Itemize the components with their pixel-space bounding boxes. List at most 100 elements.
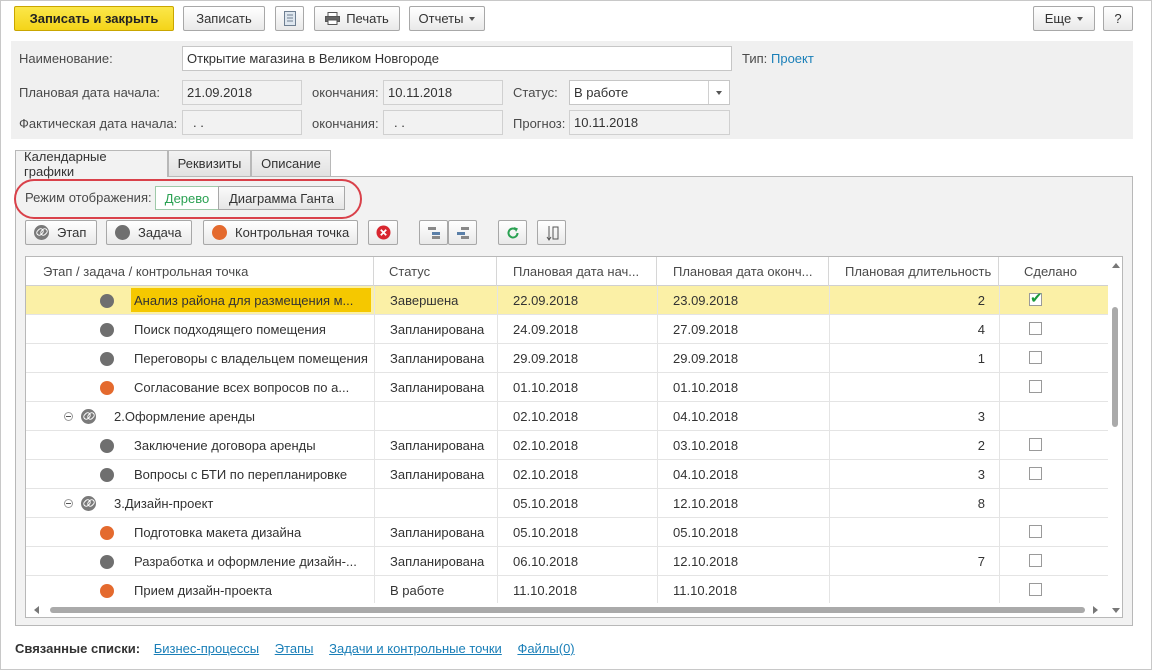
- delete-button[interactable]: [368, 220, 398, 245]
- save-and-close-button[interactable]: Записать и закрыть: [14, 6, 174, 31]
- table-row[interactable]: Переговоры с владельцем помещения Заплани…: [26, 344, 1108, 373]
- table-row[interactable]: Вопросы с БТИ по перепланировке Запланиро…: [26, 460, 1108, 489]
- cell-plan-start: 02.10.2018: [497, 431, 657, 460]
- indent-icon: [427, 226, 440, 239]
- stage-name: 2.Оформление аренды: [114, 409, 255, 424]
- fact-end-field[interactable]: . .: [383, 110, 503, 135]
- document-icon-button[interactable]: [275, 6, 304, 31]
- table-row[interactable]: 2.Оформление аренды 02.10.2018 04.10.2018 3: [26, 402, 1108, 431]
- scroll-left-icon[interactable]: [34, 606, 39, 614]
- link-business-processes[interactable]: Бизнес-процессы: [154, 641, 259, 656]
- column-header-plan-start[interactable]: Плановая дата нач...: [497, 257, 657, 286]
- column-header-name[interactable]: Этап / задача / контрольная точка: [26, 257, 374, 286]
- table-row[interactable]: Согласование всех вопросов по а... Заплан…: [26, 373, 1108, 402]
- link-tasks-milestones[interactable]: Задачи и контрольные точки: [329, 641, 502, 656]
- add-stage-button[interactable]: Этап: [25, 220, 97, 245]
- cell-plan-start: 02.10.2018: [497, 402, 657, 431]
- tab-requisites[interactable]: Реквизиты: [168, 150, 251, 176]
- cell-name: Вопросы с БТИ по перепланировке: [26, 460, 374, 489]
- cell-plan-end: 04.10.2018: [657, 402, 829, 431]
- milestone-name: Согласование всех вопросов по а...: [134, 380, 350, 395]
- done-checkbox[interactable]: [1029, 583, 1042, 596]
- task-name: Заключение договора аренды: [134, 438, 316, 453]
- done-checkbox[interactable]: [1029, 467, 1042, 480]
- table-row[interactable]: Подготовка макета дизайна Запланирована 05…: [26, 518, 1108, 547]
- horizontal-scroll-thumb[interactable]: [50, 607, 1085, 613]
- chevron-down-icon: [1077, 16, 1084, 21]
- plan-end-field[interactable]: 10.11.2018: [383, 80, 503, 105]
- link-stages[interactable]: Этапы: [275, 641, 314, 656]
- table-row[interactable]: Заключение договора аренды Запланирована 0…: [26, 431, 1108, 460]
- scroll-down-icon[interactable]: [1112, 608, 1120, 613]
- indent-button[interactable]: [419, 220, 448, 245]
- reports-menu-button[interactable]: Отчеты: [409, 6, 485, 31]
- done-checkbox[interactable]: ✔: [1029, 291, 1043, 306]
- cell-status: Запланирована: [374, 344, 497, 373]
- outdent-button[interactable]: [448, 220, 477, 245]
- more-menu-button[interactable]: Еще: [1033, 6, 1095, 31]
- vertical-scroll-thumb[interactable]: [1112, 307, 1118, 427]
- cell-name: Переговоры с владельцем помещения: [26, 344, 374, 373]
- cell-status: Завершена: [374, 286, 497, 315]
- plan-end-label: окончания:: [312, 85, 379, 100]
- name-field[interactable]: Открытие магазина в Великом Новгороде: [182, 46, 732, 71]
- cell-done: [999, 373, 1108, 402]
- done-checkbox[interactable]: [1029, 438, 1042, 451]
- cell-plan-duration: 1: [829, 344, 999, 373]
- tab-calendar-schedules[interactable]: Календарные графики: [15, 149, 168, 179]
- cell-status: Запланирована: [374, 547, 497, 576]
- table-row[interactable]: Разработка и оформление дизайн-... Заплан…: [26, 547, 1108, 576]
- refresh-button[interactable]: [498, 220, 527, 245]
- horizontal-scrollbar[interactable]: [26, 603, 1122, 617]
- column-header-plan-end[interactable]: Плановая дата оконч...: [657, 257, 829, 286]
- cell-status: Запланирована: [374, 315, 497, 344]
- table-row[interactable]: Прием дизайн-проекта В работе 11.10.2018 11…: [26, 576, 1108, 605]
- done-checkbox[interactable]: [1029, 351, 1042, 364]
- task-icon: [100, 468, 114, 482]
- done-checkbox[interactable]: [1029, 322, 1042, 335]
- cell-done: [999, 518, 1108, 547]
- help-button[interactable]: ?: [1103, 6, 1133, 31]
- table-row[interactable]: Анализ района для размещения м... Заверше…: [26, 286, 1108, 315]
- column-header-status[interactable]: Статус: [374, 257, 497, 286]
- add-task-button[interactable]: Задача: [106, 220, 192, 245]
- cell-plan-start: 02.10.2018: [497, 460, 657, 489]
- related-lists: Связанные списки: Бизнес-процессы Этапы …: [15, 641, 587, 656]
- cell-done: [999, 315, 1108, 344]
- stage-name: 3.Дизайн-проект: [114, 496, 214, 511]
- schedule-table: Этап / задача / контрольная точка Статус…: [25, 256, 1123, 618]
- link-files[interactable]: Файлы(0): [517, 641, 574, 656]
- scroll-right-icon[interactable]: [1093, 606, 1098, 614]
- add-milestone-button[interactable]: Контрольная точка: [203, 220, 358, 245]
- done-checkbox[interactable]: [1029, 380, 1042, 393]
- table-row[interactable]: 3.Дизайн-проект 05.10.2018 12.10.2018 8: [26, 489, 1108, 518]
- chevron-down-icon: [469, 16, 476, 21]
- status-select[interactable]: В работе: [569, 80, 730, 105]
- collapse-icon[interactable]: [64, 499, 73, 508]
- save-button[interactable]: Записать: [183, 6, 265, 31]
- tab-description[interactable]: Описание: [251, 150, 331, 176]
- more-label: Еще: [1044, 11, 1072, 26]
- plan-start-field[interactable]: 21.09.2018: [182, 80, 302, 105]
- forecast-field[interactable]: 10.11.2018: [569, 110, 730, 135]
- table-row[interactable]: Поиск подходящего помещения Запланирована…: [26, 315, 1108, 344]
- status-value: В работе: [574, 85, 629, 100]
- column-header-done[interactable]: Сделано: [999, 257, 1108, 286]
- milestone-icon: [100, 584, 114, 598]
- print-button[interactable]: Печать: [314, 6, 400, 31]
- cell-done: [999, 489, 1108, 518]
- task-name: Анализ района для размещения м...: [131, 288, 371, 312]
- fact-start-field[interactable]: . .: [182, 110, 302, 135]
- collapse-icon[interactable]: [64, 412, 73, 421]
- column-header-plan-duration[interactable]: Плановая длительность: [829, 257, 999, 286]
- related-lists-title: Связанные списки:: [15, 641, 141, 656]
- milestone-icon: [100, 526, 114, 540]
- done-checkbox[interactable]: [1029, 554, 1042, 567]
- sort-button[interactable]: [537, 220, 566, 245]
- vertical-scrollbar[interactable]: [1109, 257, 1122, 603]
- window: Записать и закрыть Записать Печать Отчет…: [0, 0, 1152, 670]
- done-checkbox[interactable]: [1029, 525, 1042, 538]
- status-dropdown-button[interactable]: [708, 81, 729, 104]
- type-link[interactable]: Проект: [771, 51, 814, 66]
- scroll-up-icon[interactable]: [1112, 263, 1120, 268]
